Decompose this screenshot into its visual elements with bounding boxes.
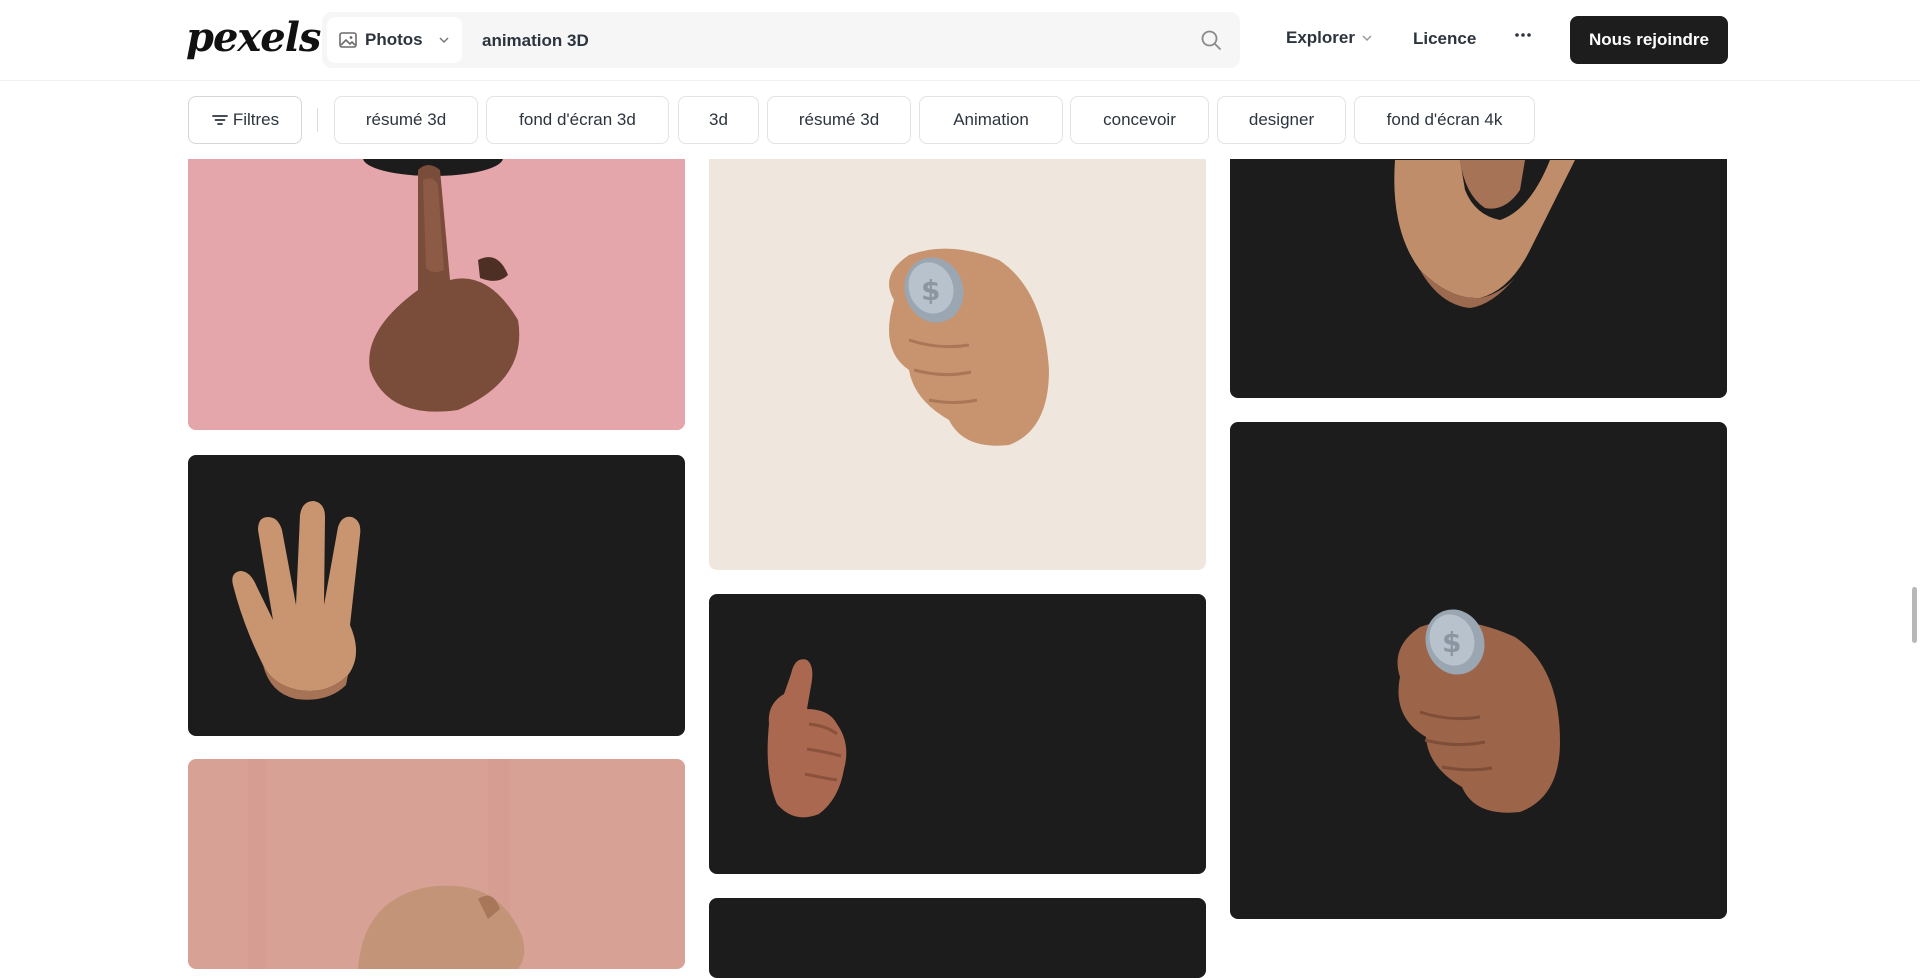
related-search-chip[interactable]: fond d'écran 4k [1354, 96, 1535, 144]
filters-button[interactable]: Filtres [188, 96, 302, 144]
related-search-chip[interactable]: 3d [678, 96, 759, 144]
coin-fist-hand-image: $ [709, 100, 1206, 570]
filter-divider [317, 108, 318, 132]
page-scrollbar[interactable] [1912, 587, 1917, 643]
photo-card[interactable] [188, 455, 685, 736]
hand-image [709, 898, 1206, 978]
photo-card[interactable] [188, 759, 685, 969]
search-icon[interactable] [1200, 29, 1222, 51]
explore-menu[interactable]: Explorer [1286, 28, 1373, 48]
image-icon [339, 32, 357, 48]
pexels-logo[interactable]: pexels [186, 14, 321, 61]
related-search-chip[interactable]: designer [1217, 96, 1346, 144]
related-search-chip[interactable]: résumé 3d [767, 96, 911, 144]
join-button[interactable]: Nous rejoindre [1570, 16, 1728, 64]
related-search-chip[interactable]: fond d'écran 3d [486, 96, 669, 144]
photo-card[interactable] [709, 594, 1206, 874]
top-header: pexels Photos Explorer Licence [0, 0, 1920, 81]
chevron-down-icon [1362, 35, 1372, 42]
photo-card[interactable]: $ [709, 100, 1206, 570]
thumbs-up-hand-image [709, 594, 1206, 874]
filters-label: Filtres [232, 110, 280, 129]
search-type-label: Photos [365, 30, 423, 49]
more-options-icon[interactable] [1512, 24, 1534, 46]
related-search-chip[interactable]: concevoir [1070, 96, 1209, 144]
fist-hand-image [188, 759, 685, 969]
chevron-down-icon [439, 37, 449, 44]
open-palm-hand-image [188, 455, 685, 736]
filter-bar: Filtres résumé 3d fond d'écran 3d 3d rés… [0, 81, 1920, 159]
licence-link[interactable]: Licence [1413, 29, 1476, 49]
search-input[interactable] [480, 21, 1184, 61]
coin-fist-hand-dark-image: $ [1230, 422, 1727, 919]
photo-card[interactable]: $ [1230, 422, 1727, 919]
search-type-dropdown[interactable]: Photos [327, 17, 462, 63]
photo-card[interactable] [709, 898, 1206, 978]
related-search-chip[interactable]: Animation [919, 96, 1063, 144]
search-bar: Photos [322, 12, 1240, 68]
svg-text:$: $ [921, 274, 940, 307]
filter-icon [211, 115, 228, 125]
related-search-chip[interactable]: résumé 3d [334, 96, 478, 144]
explore-label: Explorer [1286, 28, 1355, 47]
svg-text:$: $ [1442, 626, 1461, 659]
